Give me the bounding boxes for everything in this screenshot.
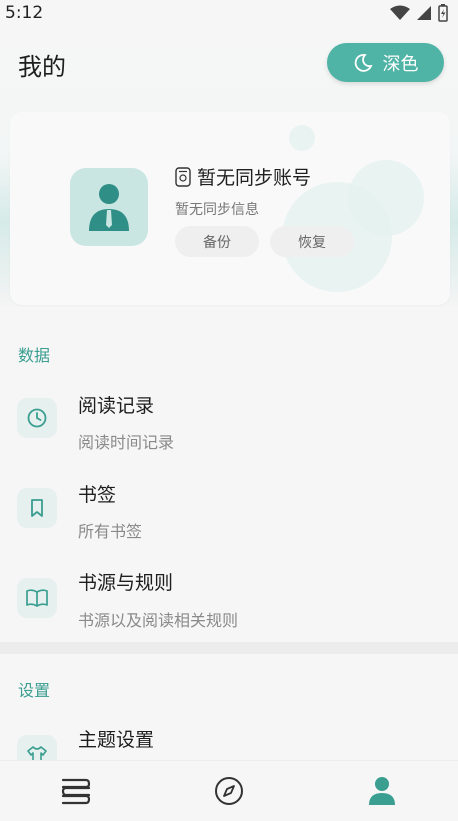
compass-icon — [214, 777, 243, 805]
signal-icon — [417, 6, 431, 20]
status-time: 5:12 — [5, 3, 44, 23]
section-header-settings: 设置 — [18, 681, 51, 700]
account-subtitle: 暂无同步信息 — [175, 202, 259, 218]
dark-theme-button[interactable]: 深色 — [327, 43, 444, 82]
item-subtitle: 书源以及阅读相关规则 — [78, 611, 239, 630]
account-sync-icon — [175, 166, 191, 187]
item-title: 主题设置 — [78, 729, 155, 751]
status-bar: 5:12 — [0, 0, 458, 26]
account-title: 暂无同步账号 — [175, 163, 311, 190]
restore-button[interactable]: 恢复 — [270, 226, 354, 257]
item-subtitle: 阅读时间记录 — [78, 433, 175, 452]
item-title: 书签 — [78, 484, 117, 506]
dark-theme-label: 深色 — [382, 53, 419, 75]
decor-bubble — [348, 160, 424, 236]
item-title: 书源与规则 — [78, 572, 174, 594]
nav-bookshelf[interactable] — [46, 766, 106, 816]
status-icons — [390, 4, 448, 22]
wifi-icon — [390, 5, 410, 20]
moon-icon — [354, 53, 373, 72]
section-header-data: 数据 — [18, 346, 51, 365]
avatar[interactable] — [70, 168, 148, 246]
backup-button[interactable]: 备份 — [175, 226, 259, 257]
page-title: 我的 — [18, 53, 66, 81]
bookmark-icon — [17, 488, 57, 528]
account-card[interactable]: 暂无同步账号 暂无同步信息 备份 恢复 — [10, 112, 450, 305]
user-avatar-icon — [89, 184, 129, 231]
item-subtitle: 所有书签 — [78, 522, 143, 541]
decor-bubble — [289, 125, 315, 151]
battery-icon — [438, 4, 448, 22]
item-title: 阅读记录 — [78, 395, 155, 417]
nav-profile[interactable] — [352, 766, 412, 816]
clock-icon — [17, 398, 57, 438]
bottom-navigation — [0, 760, 458, 821]
person-icon — [368, 777, 395, 805]
books-icon — [62, 778, 91, 805]
book-open-icon — [17, 578, 57, 618]
nav-explore[interactable] — [199, 766, 259, 816]
section-divider — [0, 642, 458, 654]
account-title-text: 暂无同步账号 — [197, 167, 312, 189]
